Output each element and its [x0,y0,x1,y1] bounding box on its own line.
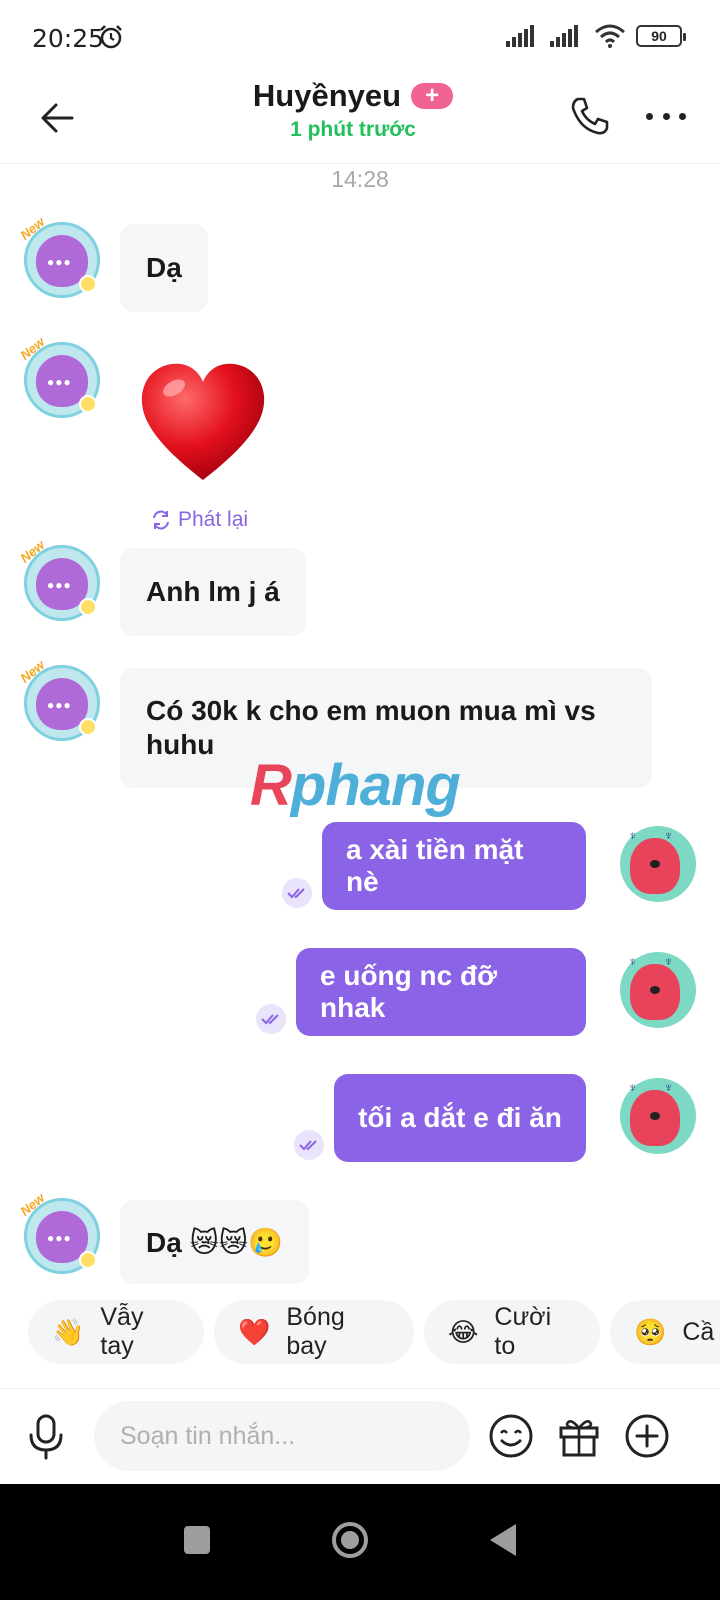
quick-reply-chip[interactable]: 😂 Cười to [424,1300,600,1364]
message-bubble-sent[interactable]: tối a dắt e đi ăn [334,1074,586,1162]
replay-icon [153,510,169,530]
quick-reply-chip[interactable]: 👋 Vẫy tay [28,1300,204,1364]
quick-reply-chip[interactable]: 🥺 Cầ [610,1300,720,1364]
message-text: Dạ 😿😿🥲 [146,1226,283,1258]
home-icon[interactable] [330,1520,370,1560]
quick-reply-chip[interactable]: ❤️ Bóng bay [214,1300,414,1364]
add-circle-icon[interactable] [624,1413,670,1459]
contact-avatar[interactable]: ●●● New [17,1190,100,1274]
gift-icon[interactable] [556,1413,602,1459]
seen-check-icon [282,878,312,908]
message-text: Dạ [146,252,182,283]
system-nav-bar [0,1484,720,1600]
message-bubble-received[interactable]: Dạ 😿😿🥲 [120,1200,309,1284]
my-avatar[interactable]: ♆♆ [620,1078,696,1154]
message-text: Anh lm j á [146,576,280,607]
add-friend-button[interactable]: + [411,83,454,109]
heart-sticker[interactable] [138,360,268,485]
pleading-face-icon: 🥺 [634,1316,667,1347]
recents-icon[interactable] [184,1526,210,1554]
quick-reply-label: Cười to [494,1303,552,1360]
message-text: e uống nc đỡ nhak [320,960,498,1023]
message-input[interactable] [94,1401,470,1471]
chat-header: Huyềnyeu + 1 phút trước [0,78,720,164]
my-avatar[interactable]: ♆♆ [620,826,696,902]
watermark-logo: Rphang [250,753,461,818]
message-text: tối a dắt e đi ăn [358,1102,562,1133]
contact-avatar[interactable]: ●●● New [17,537,100,621]
message-bubble-received[interactable]: Anh lm j á [120,548,306,636]
quick-reply-label: Bóng bay [286,1303,345,1360]
quick-reply-bar: 👋 Vẫy tay ❤️ Bóng bay 😂 Cười to 🥺 Cầ [0,1300,720,1370]
contact-avatar[interactable]: ●●● New [17,657,100,741]
replay-sticker-button[interactable]: Phát lại [150,508,248,532]
quick-reply-label: Cầ [682,1317,715,1346]
message-text: a xài tiền mặt nè [346,834,524,897]
signal-icon [506,25,534,47]
microphone-icon[interactable] [24,1413,68,1461]
phone-icon[interactable] [568,94,612,138]
chat-timestamp: 14:28 [331,166,389,192]
more-options-icon[interactable] [642,98,690,134]
seen-check-icon [294,1130,324,1160]
wave-icon: 👋 [52,1316,85,1347]
wifi-icon [595,24,625,48]
contact-avatar[interactable]: ●●● New [17,214,100,298]
message-bubble-sent[interactable]: e uống nc đỡ nhak [296,948,586,1036]
quick-reply-label: Vẫy tay [100,1303,144,1360]
laugh-icon: 😂 [448,1316,479,1347]
replay-label: Phát lại [178,508,249,531]
contact-avatar[interactable]: ●●● New [17,334,100,418]
contact-title: Huyềnyeu + 1 phút trước [0,78,720,142]
alarm-icon [100,25,122,49]
message-bubble-sent[interactable]: a xài tiền mặt nè [322,822,586,910]
message-bubble-received[interactable]: Dạ [120,224,208,312]
my-avatar[interactable]: ♆♆ [620,952,696,1028]
message-composer [0,1388,720,1484]
status-bar: 20:25 90 [0,0,720,78]
emoji-icon[interactable] [488,1413,534,1459]
last-seen-status: 1 phút trước [290,118,416,141]
contact-name[interactable]: Huyềnyeu [253,78,401,114]
back-nav-icon[interactable] [490,1524,518,1556]
signal-icon-2 [550,25,578,47]
seen-check-icon [256,1004,286,1034]
heart-icon: ❤️ [238,1316,271,1347]
status-time: 20:25 [32,24,105,53]
battery-indicator: 90 [636,25,686,47]
